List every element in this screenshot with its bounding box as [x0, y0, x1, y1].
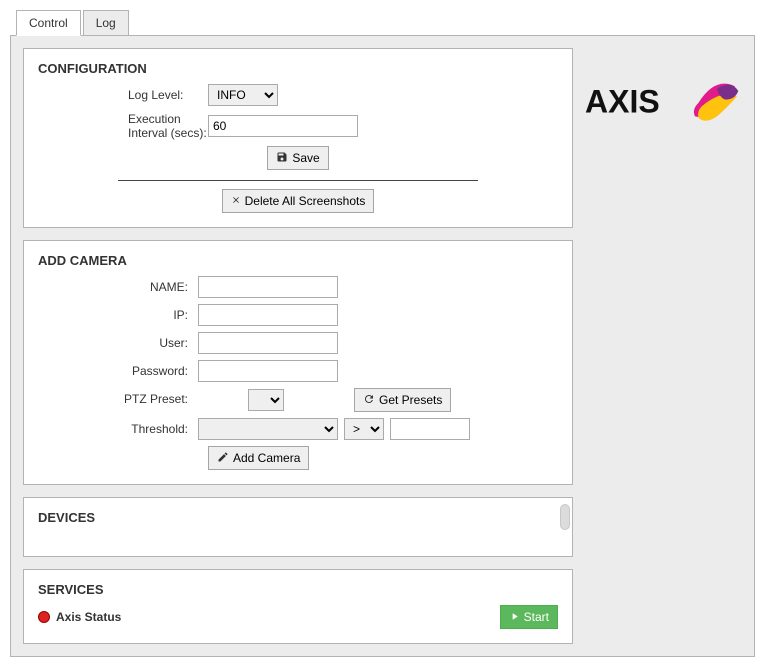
devices-scrollbar[interactable] — [560, 504, 570, 530]
tab-log[interactable]: Log — [83, 10, 129, 36]
add-camera-title: ADD CAMERA — [38, 253, 558, 268]
start-service-button[interactable]: Start — [500, 605, 558, 629]
camera-name-label: NAME: — [38, 280, 198, 294]
axis-status-indicator — [38, 611, 50, 623]
config-divider — [118, 180, 478, 181]
close-icon — [231, 195, 241, 207]
devices-title: DEVICES — [38, 510, 558, 525]
card-configuration: CONFIGURATION Log Level: INFO Execution … — [23, 48, 573, 228]
ptz-preset-select[interactable] — [248, 389, 284, 411]
camera-ip-label: IP: — [38, 308, 198, 322]
execution-interval-label: Execution Interval (secs): — [38, 112, 208, 140]
refresh-icon — [363, 393, 375, 407]
axis-wordmark: AXIS — [585, 83, 660, 119]
card-add-camera: ADD CAMERA NAME: IP: User: Password: PTZ… — [23, 240, 573, 485]
ptz-preset-label: PTZ Preset: — [38, 393, 198, 406]
tab-control[interactable]: Control — [16, 10, 81, 36]
threshold-value-input[interactable] — [390, 418, 470, 440]
axis-status-label: Axis Status — [56, 610, 121, 624]
camera-user-input[interactable] — [198, 332, 338, 354]
card-services: SERVICES Axis Status Start — [23, 569, 573, 644]
threshold-operator-select[interactable]: > — [344, 418, 384, 440]
camera-name-input[interactable] — [198, 276, 338, 298]
brand-logo-area: AXIS — [585, 48, 745, 148]
camera-user-label: User: — [38, 336, 198, 350]
save-button[interactable]: Save — [267, 146, 328, 170]
log-level-select[interactable]: INFO — [208, 84, 278, 106]
add-camera-button[interactable]: Add Camera — [208, 446, 309, 470]
save-button-label: Save — [292, 151, 319, 165]
start-button-label: Start — [524, 610, 549, 624]
camera-password-label: Password: — [38, 364, 198, 378]
axis-logo: AXIS — [585, 58, 745, 148]
log-level-label: Log Level: — [38, 88, 208, 102]
main-panel: CONFIGURATION Log Level: INFO Execution … — [10, 35, 755, 657]
get-presets-label: Get Presets — [379, 393, 442, 407]
threshold-metric-select[interactable] — [198, 418, 338, 440]
delete-screenshots-label: Delete All Screenshots — [245, 194, 366, 208]
play-icon — [509, 611, 520, 624]
threshold-label: Threshold: — [38, 422, 198, 436]
configuration-title: CONFIGURATION — [38, 61, 558, 76]
card-devices: DEVICES — [23, 497, 573, 557]
camera-ip-input[interactable] — [198, 304, 338, 326]
pencil-icon — [217, 451, 229, 465]
services-title: SERVICES — [38, 582, 558, 597]
execution-interval-input[interactable] — [208, 115, 358, 137]
delete-screenshots-button[interactable]: Delete All Screenshots — [222, 189, 375, 213]
add-camera-button-label: Add Camera — [233, 451, 300, 465]
save-icon — [276, 151, 288, 165]
camera-password-input[interactable] — [198, 360, 338, 382]
get-presets-button[interactable]: Get Presets — [354, 388, 451, 412]
